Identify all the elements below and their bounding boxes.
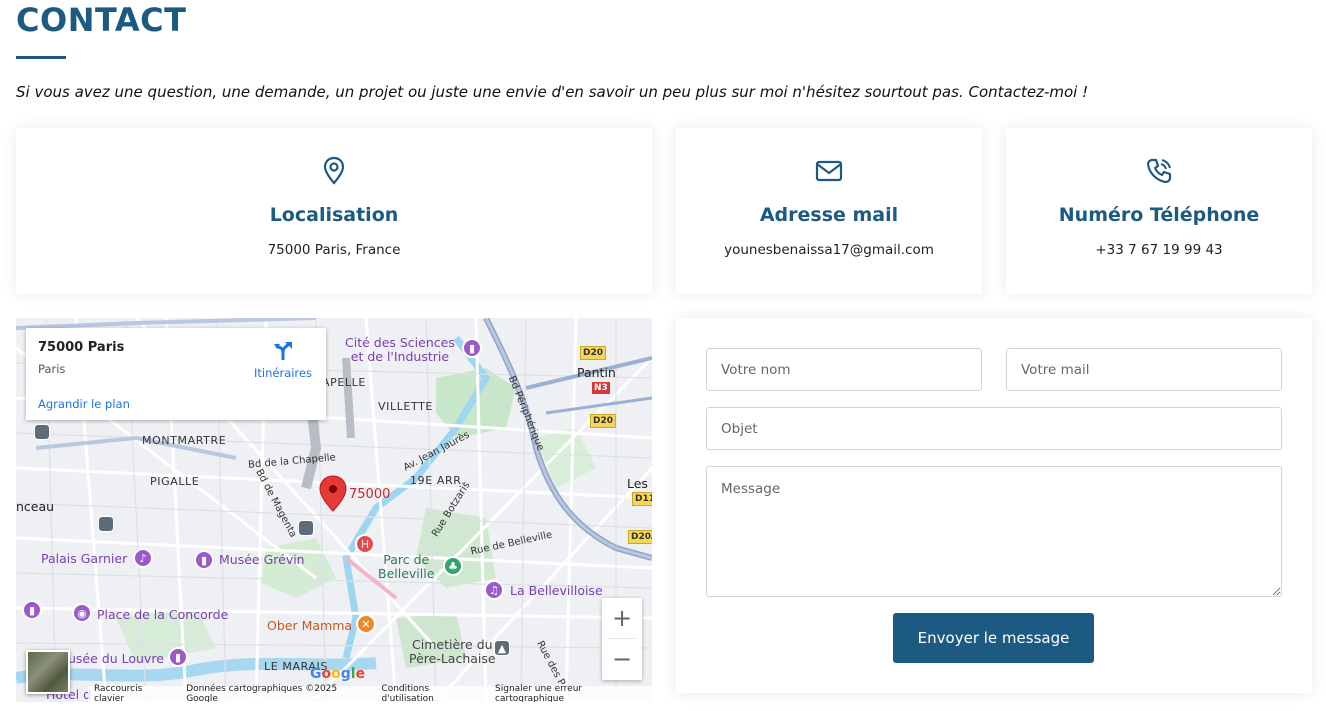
directions-link[interactable]: Itinéraires (254, 366, 312, 380)
zoom-controls: + − (602, 598, 642, 680)
district-label: MONTMARTRE (142, 434, 227, 447)
place-label: Les (627, 476, 648, 491)
place-label: Cimetière du Père-Lachaise (409, 637, 496, 666)
email-value[interactable]: younesbenaissa17@gmail.com (676, 242, 982, 258)
contact-form: Envoyer le message (676, 318, 1312, 693)
google-map[interactable]: APELLE VILLETTE MONTMARTRE PIGALLE 19E A… (16, 318, 652, 702)
contact-section: CONTACT Si vous avez une question, une d… (0, 0, 1326, 711)
cemetery-icon[interactable]: ▲ (494, 640, 510, 656)
road-badge: D20 (580, 346, 606, 360)
email-card: Adresse mail younesbenaissa17@gmail.com (676, 128, 982, 294)
email-title: Adresse mail (759, 204, 899, 226)
place-label: La Bellevilloise (510, 583, 603, 598)
send-message-button[interactable]: Envoyer le message (893, 613, 1094, 663)
district-label: PIGALLE (150, 475, 200, 488)
map-data-text: Données cartographiques ©2025 Google (186, 684, 338, 702)
location-marker-icon[interactable] (320, 476, 346, 512)
phone-card: Numéro Téléphone +33 7 67 19 99 43 (1006, 128, 1312, 294)
camera-icon[interactable]: ◉ (72, 603, 92, 623)
museum-icon[interactable]: ▮ (194, 550, 214, 570)
metro-icon[interactable] (298, 520, 314, 536)
google-logo: Google (310, 666, 366, 682)
info-subtitle: Paris (38, 362, 66, 376)
phone-value[interactable]: +33 7 67 19 99 43 (1006, 242, 1312, 258)
phone-icon (1006, 156, 1312, 188)
phone-title: Numéro Téléphone (1058, 204, 1260, 226)
info-title: 75000 Paris (38, 340, 125, 355)
place-label: Place de la Concorde (97, 607, 229, 622)
district-label: VILLETTE (378, 400, 433, 413)
satellite-toggle-button[interactable] (26, 650, 70, 694)
place-label: nceau (16, 499, 55, 514)
place-label: Ober Mamma (267, 618, 353, 633)
directions-icon[interactable] (272, 340, 294, 362)
title-underline (16, 56, 66, 59)
road-badge: D11 (632, 492, 652, 506)
marker-label: 75000 (349, 487, 391, 502)
road-badge: D20 (590, 414, 616, 428)
location-value: 75000 Paris, France (267, 242, 401, 258)
email-input[interactable] (1006, 348, 1282, 391)
map-pin-icon (16, 156, 652, 188)
map-info-box: 75000 Paris Paris Agrandir le plan Itiné… (26, 328, 326, 420)
report-error-link[interactable]: Signaler une erreur cartographique (495, 684, 652, 702)
mail-icon (676, 156, 982, 188)
museum-icon[interactable]: ▮ (462, 338, 482, 358)
zoom-in-button[interactable]: + (602, 598, 642, 638)
terms-link[interactable]: Conditions d'utilisation (381, 684, 483, 702)
map-attribution: Raccourcis clavier Données cartographiqu… (88, 684, 652, 702)
place-label: Pantin (577, 365, 616, 380)
metro-icon[interactable] (98, 516, 114, 532)
name-input[interactable] (706, 348, 982, 391)
road-badge: N3 (592, 382, 610, 394)
park-icon[interactable]: ♣ (443, 556, 463, 576)
road-badge: D20A (628, 530, 652, 544)
place-label: Palais Garnier (41, 551, 128, 566)
message-textarea[interactable] (706, 466, 1282, 597)
place-label: usée du Louvre (68, 651, 164, 666)
intro-text: Si vous avez une question, une demande, … (16, 83, 1089, 101)
location-card: Localisation 75000 Paris, France (16, 128, 652, 294)
hospital-icon[interactable]: H (355, 534, 375, 554)
location-title: Localisation (269, 204, 399, 226)
museum-icon[interactable]: ▮ (168, 647, 188, 667)
music-icon[interactable]: ♪ (133, 548, 153, 568)
place-label: Parc de Belleville (378, 552, 435, 581)
venue-icon[interactable]: ♫ (484, 580, 504, 600)
district-label: APELLE (322, 376, 366, 389)
museum-icon[interactable]: ▮ (22, 600, 42, 620)
keyboard-shortcuts-link[interactable]: Raccourcis clavier (94, 684, 174, 702)
subject-input[interactable] (706, 407, 1282, 450)
district-label: 19E ARR. (410, 474, 466, 487)
zoom-out-button[interactable]: − (602, 639, 642, 679)
place-label: Cité des Sciences et de l'Industrie (345, 335, 455, 364)
restaurant-icon[interactable]: ✕ (356, 614, 376, 634)
metro-icon[interactable] (34, 424, 50, 440)
enlarge-map-link[interactable]: Agrandir le plan (38, 397, 130, 411)
section-title: CONTACT (16, 1, 187, 39)
place-label: Musée Grévin (219, 552, 305, 567)
